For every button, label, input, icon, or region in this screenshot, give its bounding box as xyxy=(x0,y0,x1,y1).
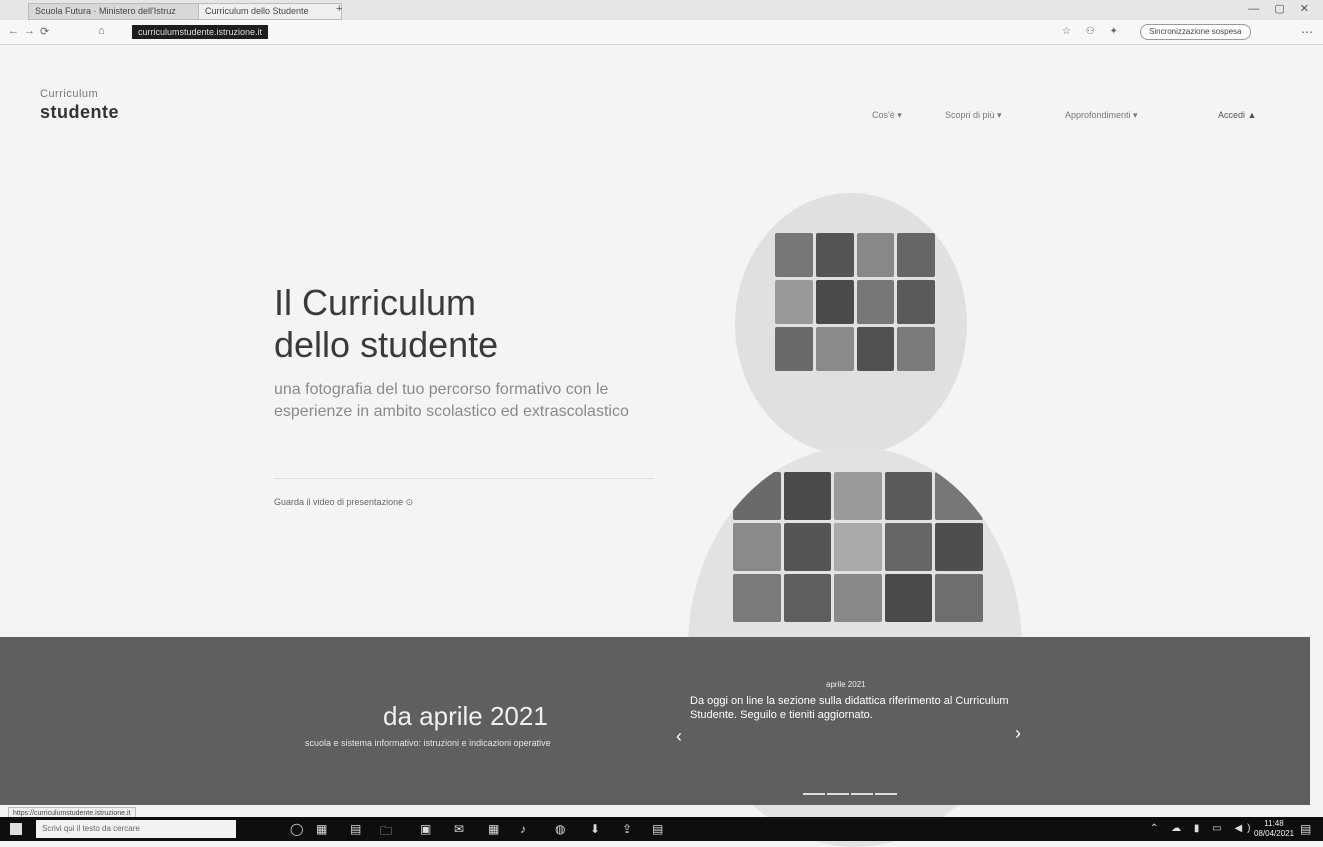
pdf-icon[interactable]: ⇪ xyxy=(622,822,632,836)
carousel-dot[interactable] xyxy=(851,793,873,795)
carousel-next-icon[interactable]: › xyxy=(1015,723,1021,744)
photo-tile xyxy=(897,280,935,324)
banner-subtitle[interactable]: scuola e sistema informativo: istruzioni… xyxy=(305,738,551,748)
taskbar-clock[interactable]: 11:48 08/04/2021 xyxy=(1254,819,1294,839)
photo-tile xyxy=(897,233,935,277)
home-icon[interactable]: ⌂ xyxy=(98,25,105,37)
forward-icon[interactable]: → xyxy=(24,25,35,37)
taskbar-app-icon[interactable]: ▣ xyxy=(420,822,431,836)
media-icon[interactable]: ♪ xyxy=(520,822,526,836)
photo-tile xyxy=(935,523,983,571)
logo-bottom-text: studente xyxy=(40,102,120,122)
taskbar-search-input[interactable]: Scrivi qui il testo da cercare xyxy=(36,820,236,838)
photo-tile xyxy=(884,472,933,520)
file-explorer-icon[interactable]: 🗀 xyxy=(380,822,392,843)
carousel-dots xyxy=(803,782,899,800)
news-date: aprile 2021 xyxy=(826,680,866,689)
carousel-dot[interactable] xyxy=(827,793,849,795)
photo-tile xyxy=(733,472,781,520)
url-field[interactable]: curriculumstudente.istruzione.it xyxy=(132,25,269,39)
browser-tab-bar: Scuola Futura · Ministero dell'Istruz Cu… xyxy=(0,0,1323,20)
nav-item-approfondimenti[interactable]: Approfondimenti ▾ xyxy=(1065,110,1138,121)
mail-icon[interactable]: ✉ xyxy=(454,822,464,836)
hero-divider xyxy=(274,478,654,479)
photo-tile xyxy=(834,472,882,520)
browser-tab[interactable]: Scuola Futura · Ministero dell'Istruz xyxy=(28,3,202,20)
photo-tile xyxy=(783,523,832,571)
start-icon[interactable] xyxy=(10,823,22,835)
video-link[interactable]: Guarda il video di presentazione ⊙ xyxy=(274,497,413,508)
hero-title-line: Il Curriculum xyxy=(274,282,477,323)
photo-tile xyxy=(884,523,933,571)
new-tab-button[interactable]: + xyxy=(336,3,342,15)
system-tray-icons[interactable]: ⌃ ☁ ▮ ▭ ◀) xyxy=(1150,823,1255,834)
photo-tile xyxy=(783,472,832,520)
back-icon[interactable]: ← xyxy=(8,25,19,37)
hero-title: Il Curriculum dello studente xyxy=(274,282,498,366)
photo-tile xyxy=(856,327,895,371)
photo-tile xyxy=(775,233,813,277)
nav-item-cose[interactable]: Cos'è ▾ xyxy=(872,110,902,121)
menu-icon[interactable]: ⋯ xyxy=(1301,25,1313,39)
announcement-banner: da aprile 2021 scuola e sistema informat… xyxy=(0,637,1310,805)
photo-tile xyxy=(815,233,854,277)
hero-title-line: dello studente xyxy=(274,324,499,365)
news-text: Da oggi on line la sezione sulla didatti… xyxy=(690,695,1009,721)
photo-tile xyxy=(856,233,895,277)
photo-tile xyxy=(775,280,813,324)
refresh-icon[interactable]: ⟳ xyxy=(40,25,49,38)
photo-tile xyxy=(897,327,935,371)
photo-tile xyxy=(733,574,781,622)
photo-tile xyxy=(834,574,882,622)
taskbar-app-icon[interactable]: ▤ xyxy=(350,822,361,836)
tab-label: Curriculum dello Studente xyxy=(205,6,309,16)
hero-subtitle: una fotografia del tuo percorso formativ… xyxy=(274,381,629,420)
address-bar-icons[interactable]: ☆ ⚇ ✦ xyxy=(1062,26,1124,37)
photo-tile xyxy=(815,327,854,371)
task-view-icon[interactable]: ▦ xyxy=(316,822,327,836)
site-logo[interactable]: Curriculum studente xyxy=(40,88,119,123)
taskbar-app-icon[interactable]: ▦ xyxy=(488,822,499,836)
nav-item-accedi[interactable]: Accedi ▲ xyxy=(1218,110,1256,120)
site-nav: Cos'è ▾ Scopri di più ▾ Approfondimenti … xyxy=(870,110,1300,126)
address-bar: ← → ⟳ ⌂ curriculumstudente.istruzione.it… xyxy=(0,20,1323,45)
nav-item-scopri[interactable]: Scopri di più ▾ xyxy=(945,110,1002,121)
photo-tile xyxy=(775,327,813,371)
browser-icon[interactable]: ◍ xyxy=(555,822,565,836)
carousel-dot[interactable] xyxy=(875,793,897,795)
banner-title: da aprile 2021 xyxy=(383,701,548,731)
photo-tile xyxy=(733,523,781,571)
photo-tile xyxy=(935,472,983,520)
photo-collage-head xyxy=(735,193,967,455)
clock-time: 11:48 xyxy=(1264,819,1284,828)
notification-icon[interactable]: ▤ xyxy=(1300,822,1311,836)
windows-taskbar: Scrivi qui il testo da cercare ◯ ▦ ▤ 🗀 ▣… xyxy=(0,817,1323,841)
sync-button[interactable]: Sincronizzazione sospesa xyxy=(1140,24,1251,40)
cortana-icon[interactable]: ◯ xyxy=(290,822,303,836)
download-icon[interactable]: ⬇ xyxy=(590,822,600,836)
taskbar-app-icon[interactable]: ▤ xyxy=(652,822,663,836)
photo-tile xyxy=(783,574,832,622)
carousel-dot[interactable] xyxy=(803,793,825,795)
window-controls[interactable]: — ▢ ✕ xyxy=(1248,2,1315,15)
carousel-prev-icon[interactable]: ‹ xyxy=(676,726,682,747)
clock-date: 08/04/2021 xyxy=(1254,829,1295,838)
photo-tile xyxy=(884,574,933,622)
tab-label: Scuola Futura · Ministero dell'Istruz xyxy=(35,6,176,16)
logo-top-text: Curriculum xyxy=(40,88,99,100)
photo-tile xyxy=(815,280,854,324)
photo-tile xyxy=(935,574,983,622)
photo-tile xyxy=(856,280,895,324)
browser-tab-active[interactable]: Curriculum dello Studente xyxy=(198,3,342,20)
photo-tile xyxy=(834,523,882,571)
